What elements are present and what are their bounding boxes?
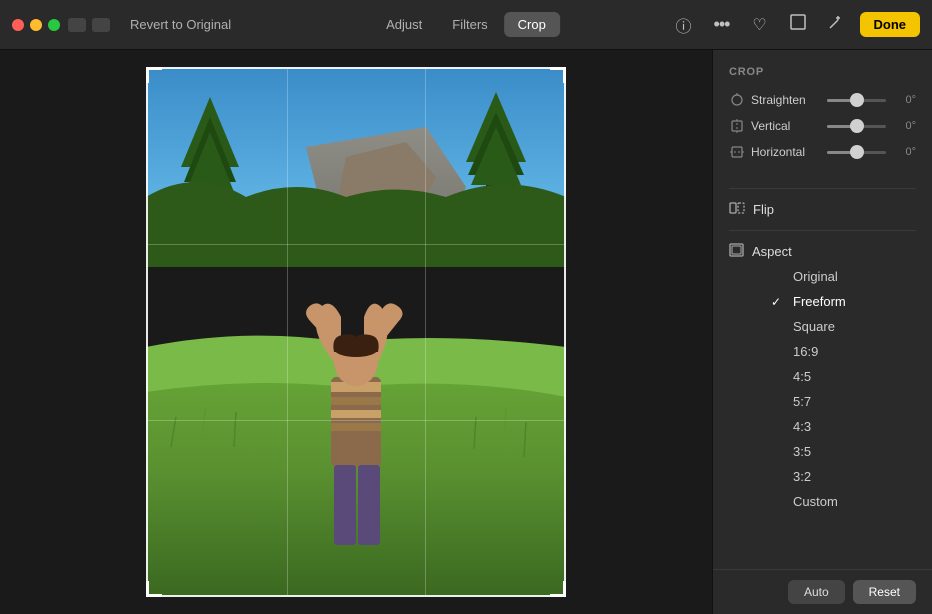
panel-footer: Auto Reset: [713, 569, 932, 614]
tab-filters[interactable]: Filters: [438, 12, 501, 37]
photo-image: [146, 67, 566, 597]
straighten-label: Straighten: [751, 93, 821, 107]
vertical-row: Vertical 0°: [729, 118, 916, 134]
straighten-icon: [729, 92, 745, 108]
aspect-4x3-label: 4:3: [793, 419, 811, 434]
aspect-square-label: Square: [793, 319, 835, 334]
toolbar-right: ⓘ ••• ♡ Done: [670, 11, 921, 39]
aspect-item-3x5[interactable]: 3:5: [729, 439, 916, 464]
fullscreen-button[interactable]: [48, 19, 60, 31]
tab-crop[interactable]: Crop: [504, 12, 560, 37]
horizontal-value: 0°: [892, 146, 916, 158]
vertical-label: Vertical: [751, 119, 821, 133]
heart-icon: ♡: [752, 15, 766, 35]
divider-2: [729, 230, 916, 231]
auto-button[interactable]: Auto: [788, 580, 845, 604]
wand-button[interactable]: [822, 11, 850, 39]
aspect-item-square[interactable]: Square: [729, 314, 916, 339]
aspect-icon: [729, 243, 744, 260]
divider-1: [729, 188, 916, 189]
tab-adjust[interactable]: Adjust: [372, 12, 436, 37]
horizontal-icon: [729, 144, 745, 160]
window-controls: [68, 18, 110, 32]
crop-icon: [790, 14, 806, 35]
vertical-value: 0°: [892, 120, 916, 132]
favorites-button[interactable]: ♡: [746, 11, 774, 39]
view-toggle-1[interactable]: [68, 18, 86, 32]
flip-icon: [729, 201, 745, 218]
aspect-custom-label: Custom: [793, 494, 838, 509]
aspect-3x2-label: 3:2: [793, 469, 811, 484]
photo-container: [146, 67, 566, 597]
aspect-4x5-label: 4:5: [793, 369, 811, 384]
aspect-16x9-label: 16:9: [793, 344, 818, 359]
vertical-slider[interactable]: [827, 125, 886, 128]
aspect-item-5x7[interactable]: 5:7: [729, 389, 916, 414]
aspect-item-16x9[interactable]: 16:9: [729, 339, 916, 364]
info-icon: ⓘ: [675, 13, 691, 37]
side-panel: CROP Straighten 0°: [712, 50, 932, 614]
aspect-item-freeform[interactable]: ✓ Freeform: [729, 289, 916, 314]
aspect-freeform-label: Freeform: [793, 294, 846, 309]
close-button[interactable]: [12, 19, 24, 31]
minimize-button[interactable]: [30, 19, 42, 31]
aspect-3x5-label: 3:5: [793, 444, 811, 459]
check-freeform: ✓: [771, 295, 785, 309]
aspect-item-custom[interactable]: Custom: [729, 489, 916, 514]
horizontal-label: Horizontal: [751, 145, 821, 159]
traffic-lights: [12, 19, 60, 31]
aspect-item-4x5[interactable]: 4:5: [729, 364, 916, 389]
straighten-slider[interactable]: [827, 99, 886, 102]
straighten-value: 0°: [892, 94, 916, 106]
aspect-item-4x3[interactable]: 4:3: [729, 414, 916, 439]
aspect-item-3x2[interactable]: 3:2: [729, 464, 916, 489]
titlebar: Revert to Original Adjust Filters Crop ⓘ…: [0, 0, 932, 50]
done-button[interactable]: Done: [860, 12, 921, 37]
aspect-section: Aspect Original ✓ Freeform Square 16:9: [713, 237, 932, 514]
horizontal-slider[interactable]: [827, 151, 886, 154]
straighten-row: Straighten 0°: [729, 92, 916, 108]
flip-label: Flip: [753, 202, 774, 217]
photo-area[interactable]: [0, 50, 712, 614]
wand-icon: [828, 14, 844, 35]
more-icon: •••: [714, 14, 730, 35]
flip-row[interactable]: Flip: [713, 195, 932, 224]
crop-tool-button[interactable]: [784, 11, 812, 39]
vertical-icon: [729, 118, 745, 134]
info-button[interactable]: ⓘ: [670, 11, 698, 39]
panel-header-section: CROP Straighten 0°: [713, 50, 932, 182]
aspect-header[interactable]: Aspect: [729, 243, 916, 260]
toolbar-tabs: Adjust Filters Crop: [372, 12, 560, 37]
aspect-5x7-label: 5:7: [793, 394, 811, 409]
horizontal-row: Horizontal 0°: [729, 144, 916, 160]
panel-title: CROP: [729, 62, 916, 78]
reset-button[interactable]: Reset: [853, 580, 916, 604]
revert-button[interactable]: Revert to Original: [122, 13, 239, 36]
main-content: CROP Straighten 0°: [0, 50, 932, 614]
aspect-title: Aspect: [752, 244, 792, 259]
aspect-item-original[interactable]: Original: [729, 264, 916, 289]
view-toggle-2[interactable]: [92, 18, 110, 32]
aspect-original-label: Original: [793, 269, 838, 284]
more-button[interactable]: •••: [708, 11, 736, 39]
